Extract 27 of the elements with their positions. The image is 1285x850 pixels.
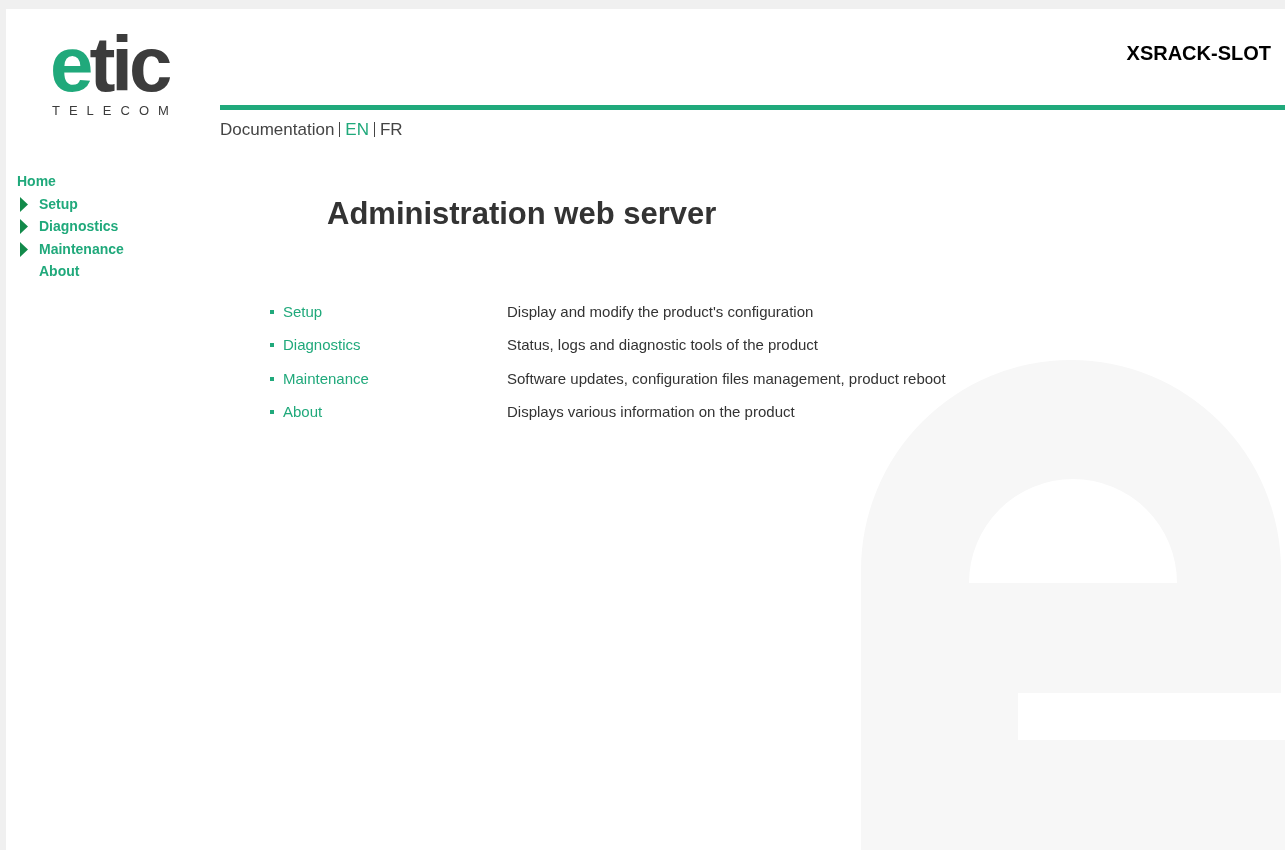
section-link[interactable]: About	[283, 401, 507, 424]
triangle-right-icon[interactable]	[20, 241, 29, 257]
section-description: Displays various information on the product	[507, 402, 795, 422]
bullet-icon	[270, 309, 274, 314]
triangle-right-icon[interactable]	[20, 219, 29, 235]
sidebar-item[interactable]: About	[39, 261, 80, 283]
bullet-icon	[270, 410, 274, 415]
device-name: XSRACK-SLOT	[1126, 41, 1271, 66]
logo-text: etic	[50, 29, 169, 99]
section-description: Software updates, configuration files management, product reboot	[507, 368, 946, 389]
logo-subtitle: TELECOM	[52, 102, 178, 120]
top-link[interactable]: FR	[379, 117, 403, 143]
sidebar-item[interactable]: Diagnostics	[39, 216, 119, 238]
sidebar-item[interactable]: Maintenance	[39, 238, 124, 260]
section-link[interactable]: Diagnostics	[283, 334, 507, 357]
sidebar-item[interactable]: Home	[17, 171, 56, 193]
section-link[interactable]: Maintenance	[283, 367, 507, 390]
triangle-right-icon[interactable]	[20, 196, 29, 212]
section-description: Status, logs and diagnostic tools of the product	[507, 335, 819, 355]
bullet-icon	[270, 376, 274, 381]
top-link[interactable]: Documentation	[220, 117, 335, 143]
page-heading: Administration web server	[327, 194, 718, 233]
top-link[interactable]: EN	[345, 117, 369, 143]
bullet-icon	[270, 343, 274, 348]
section-link[interactable]: Setup	[283, 300, 507, 323]
section-description: Display and modify the product's configuration	[507, 301, 814, 322]
sidebar-item[interactable]: Setup	[39, 193, 78, 215]
